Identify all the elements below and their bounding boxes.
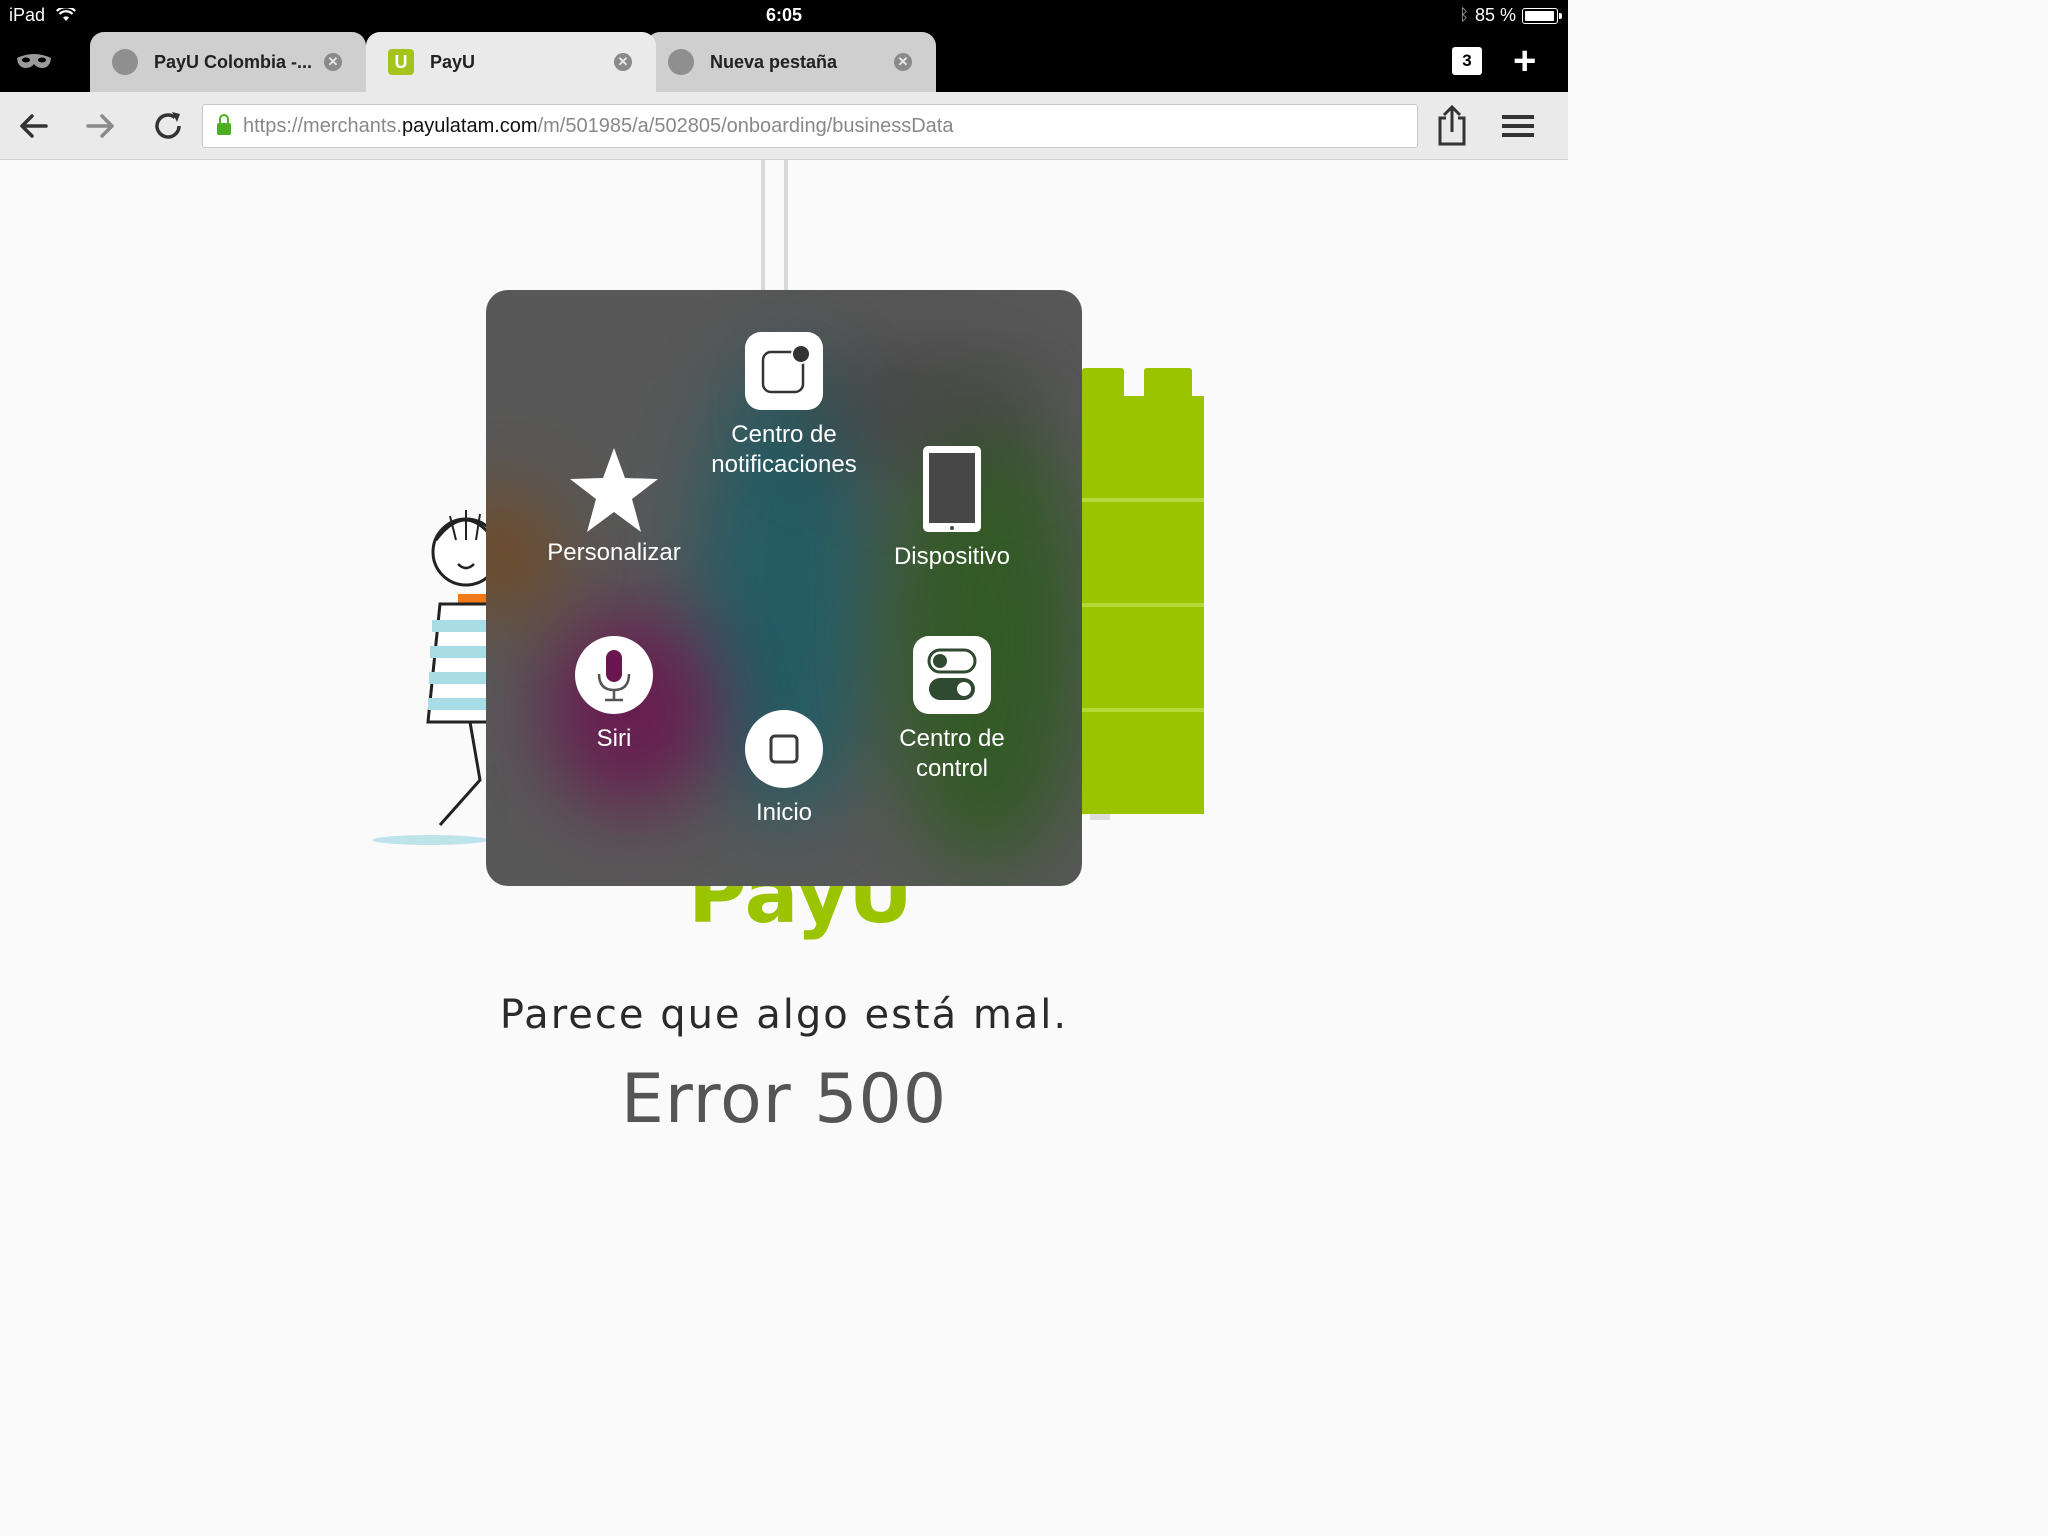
notification-center-icon (745, 332, 823, 410)
control-center-button[interactable]: Centro de control (852, 636, 1052, 784)
tab-title: PayU Colombia -... (154, 51, 313, 72)
tab-nueva-pestana[interactable]: Nueva pestaña ✕ (646, 32, 936, 92)
error-code: Error 500 (620, 1060, 948, 1139)
customize-label: Personalizar (547, 539, 681, 566)
url-prefix: https://merchants. (243, 114, 402, 137)
forward-arrow-icon[interactable] (82, 108, 118, 144)
control-center-label: Centro de control (899, 725, 1005, 782)
close-tab-icon[interactable]: ✕ (614, 53, 632, 71)
tab-title: Nueva pestaña (710, 51, 838, 72)
globe-icon (112, 49, 138, 75)
battery-icon (1522, 7, 1562, 24)
incognito-icon[interactable] (14, 46, 54, 76)
address-bar[interactable]: https://merchants. payulatam.com/m/501985… (202, 104, 1418, 148)
share-icon[interactable] (1434, 104, 1470, 146)
bluetooth-icon: ᛒ (1459, 6, 1469, 24)
status-bar: iPad 6:05 ᛒ 85 % (0, 0, 1568, 30)
star-icon (570, 448, 658, 532)
lock-icon (217, 114, 231, 135)
ipad-icon (923, 446, 981, 532)
battery-percent: 85 % (1474, 5, 1516, 25)
device-label: Dispositivo (893, 543, 1011, 570)
control-center-icon (913, 636, 991, 714)
tab-payu[interactable]: U PayU ✕ (366, 32, 656, 92)
rope-illustration (784, 160, 788, 290)
back-arrow-icon[interactable] (16, 108, 52, 144)
tab-title: PayU (430, 51, 476, 72)
payu-favicon-icon: U (388, 49, 414, 75)
customize-button[interactable]: Personalizar (514, 446, 714, 568)
device-button[interactable]: Dispositivo (852, 444, 1052, 572)
clock: 6:05 (765, 5, 803, 25)
home-icon (745, 710, 823, 788)
tab-payu-colombia[interactable]: PayU Colombia -... ✕ (90, 32, 366, 92)
microphone-icon (575, 636, 653, 714)
assistive-touch-menu: Centro de notificaciones Personalizar Di… (486, 290, 1082, 886)
menu-icon[interactable] (1500, 108, 1536, 144)
close-tab-icon[interactable]: ✕ (894, 53, 912, 71)
error-heading: Parece que algo está mal. (499, 992, 1069, 1038)
globe-icon (668, 49, 694, 75)
new-tab-button[interactable]: + (1513, 41, 1536, 81)
url-path: /m/501985/a/502805/onboarding/businessDa… (537, 114, 954, 137)
tab-count-button[interactable]: 3 (1452, 47, 1482, 75)
rope-illustration (761, 160, 765, 290)
tab-bar: PayU Colombia -... ✕ Nueva pestaña ✕ U P… (0, 30, 1568, 92)
reload-icon[interactable] (150, 108, 186, 144)
home-label: Inicio (755, 799, 813, 826)
close-tab-icon[interactable]: ✕ (324, 53, 342, 71)
status-right: ᛒ 85 % (1459, 5, 1562, 26)
character-illustration (372, 510, 490, 845)
url-domain: payulatam.com (401, 114, 538, 137)
browser-toolbar: https://merchants. payulatam.com/m/501985… (0, 92, 1568, 160)
